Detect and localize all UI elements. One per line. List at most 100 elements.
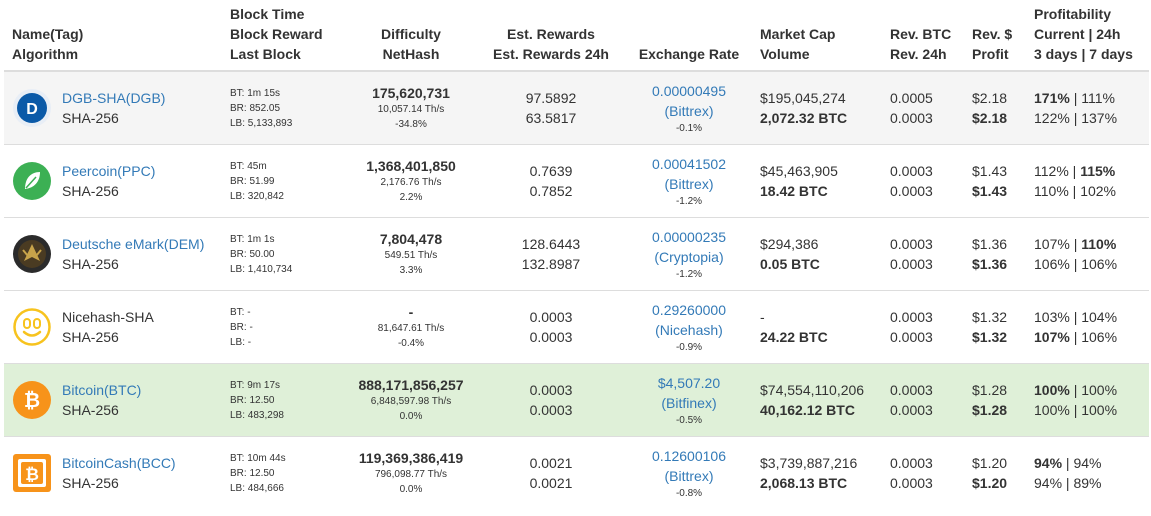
difficulty-cell: 888,171,856,257 6,848,597.98 Th/s 0.0%	[344, 363, 476, 437]
name-cell: ₿ Bitcoin(BTC) SHA-256	[4, 363, 222, 437]
header-rev-btc[interactable]: Rev. BTC Rev. 24h	[882, 0, 964, 72]
header-rewards[interactable]: Est. Rewards Est. Rewards 24h	[476, 0, 624, 72]
header-market-cap[interactable]: Market Cap Volume	[752, 0, 882, 72]
rate-link[interactable]: $4,507.20	[632, 373, 746, 393]
rev-btc-cell: 0.0003 0.0003	[882, 436, 964, 509]
profitability-cell: 100% | 100% 100% | 100%	[1026, 363, 1149, 437]
table-row: Deutsche eMark(DEM) SHA-256 BT: 1m 1s BR…	[4, 217, 1149, 291]
nicehash-icon	[13, 308, 51, 346]
name-cell: Deutsche eMark(DEM) SHA-256	[4, 217, 222, 291]
difficulty-cell: - 81,647.61 Th/s -0.4%	[344, 290, 476, 364]
rate-link[interactable]: 0.00000495	[632, 81, 746, 101]
header-profitability[interactable]: Profitability Current | 24h 3 days | 7 d…	[1026, 0, 1149, 72]
header-name[interactable]: Name(Tag) Algorithm	[4, 0, 222, 72]
name-cell: ₿ BitcoinCash(BCC) SHA-256	[4, 436, 222, 509]
exchange-link[interactable]: (Bittrex)	[632, 101, 746, 121]
name-cell: Nicehash-SHA SHA-256	[4, 290, 222, 364]
rev-usd-cell: $1.43 $1.43	[964, 144, 1026, 218]
block-cell: BT: 45m BR: 51.99 LB: 320,842	[222, 144, 344, 218]
digibyte-icon: D	[13, 89, 51, 127]
svg-text:₿: ₿	[25, 465, 39, 484]
rev-btc-cell: 0.0003 0.0003	[882, 217, 964, 291]
rev-btc-cell: 0.0005 0.0003	[882, 70, 964, 145]
algorithm: SHA-256	[62, 110, 119, 126]
block-cell: BT: 10m 44s BR: 12.50 LB: 484,666	[222, 436, 344, 509]
name-cell: Peercoin(PPC) SHA-256	[4, 144, 222, 218]
difficulty-cell: 119,369,386,419 796,098.77 Th/s 0.0%	[344, 436, 476, 509]
market-cell: - 24.22 BTC	[752, 290, 882, 364]
header-block[interactable]: Block Time Block Reward Last Block	[222, 0, 344, 72]
rewards-cell: 0.0003 0.0003	[476, 363, 624, 437]
header-difficulty[interactable]: Difficulty NetHash	[344, 0, 476, 72]
rev-btc-cell: 0.0003 0.0003	[882, 290, 964, 364]
market-cell: $294,386 0.05 BTC	[752, 217, 882, 291]
rewards-cell: 128.6443 132.8987	[476, 217, 624, 291]
coin-name-link[interactable]: Peercoin(PPC)	[62, 161, 155, 181]
rev-usd-cell: $1.36 $1.36	[964, 217, 1026, 291]
rev-btc-cell: 0.0003 0.0003	[882, 144, 964, 218]
coin-name: Nicehash-SHA	[62, 309, 154, 325]
algorithm: SHA-256	[62, 329, 119, 345]
block-cell: BT: - BR: - LB: -	[222, 290, 344, 364]
svg-text:D: D	[26, 101, 38, 118]
bitcoincash-icon: ₿	[13, 454, 51, 492]
coin-name-link[interactable]: DGB-SHA(DGB)	[62, 88, 165, 108]
exchange-link[interactable]: (Cryptopia)	[632, 247, 746, 267]
exchange-link[interactable]: (Bittrex)	[632, 466, 746, 486]
market-cell: $74,554,110,206 40,162.12 BTC	[752, 363, 882, 437]
rewards-cell: 0.0003 0.0003	[476, 290, 624, 364]
table-row: ₿ BitcoinCash(BCC) SHA-256 BT: 10m 44s B…	[4, 436, 1149, 509]
algorithm: SHA-256	[62, 183, 119, 199]
exchange-cell: 0.12600106 (Bittrex) -0.8%	[624, 436, 752, 509]
rev-usd-cell: $1.32 $1.32	[964, 290, 1026, 364]
profitability-cell: 103% | 104% 107% | 106%	[1026, 290, 1149, 364]
rev-btc-cell: 0.0003 0.0003	[882, 363, 964, 437]
coin-name-link[interactable]: BitcoinCash(BCC)	[62, 453, 176, 473]
table-row: ₿ Bitcoin(BTC) SHA-256 BT: 9m 17s BR: 12…	[4, 363, 1149, 437]
market-cell: $195,045,274 2,072.32 BTC	[752, 70, 882, 145]
table-row: Peercoin(PPC) SHA-256 BT: 45m BR: 51.99 …	[4, 144, 1149, 218]
exchange-cell: 0.00000235 (Cryptopia) -1.2%	[624, 217, 752, 291]
bitcoin-icon: ₿	[13, 381, 51, 419]
profitability-cell: 94% | 94% 94% | 89%	[1026, 436, 1149, 509]
deutsche-emark-icon	[13, 235, 51, 273]
profitability-cell: 171% | 111% 122% | 137%	[1026, 70, 1149, 145]
market-cell: $3,739,887,216 2,068.13 BTC	[752, 436, 882, 509]
profitability-cell: 112% | 115% 110% | 102%	[1026, 144, 1149, 218]
exchange-link[interactable]: (Nicehash)	[632, 320, 746, 340]
exchange-link[interactable]: (Bitfinex)	[632, 393, 746, 413]
difficulty-cell: 1,368,401,850 2,176.76 Th/s 2.2%	[344, 144, 476, 218]
rate-link[interactable]: 0.29260000	[632, 300, 746, 320]
rate-link[interactable]: 0.12600106	[632, 446, 746, 466]
table-row: D DGB-SHA(DGB) SHA-256 BT: 1m 15s BR: 85…	[4, 70, 1149, 145]
block-cell: BT: 9m 17s BR: 12.50 LB: 483,298	[222, 363, 344, 437]
coin-name-link[interactable]: Bitcoin(BTC)	[62, 380, 141, 400]
rate-link[interactable]: 0.00000235	[632, 227, 746, 247]
header-exchange-rate[interactable]: Exchange Rate	[624, 0, 752, 72]
name-cell: D DGB-SHA(DGB) SHA-256	[4, 70, 222, 145]
rev-usd-cell: $1.20 $1.20	[964, 436, 1026, 509]
market-cell: $45,463,905 18.42 BTC	[752, 144, 882, 218]
peercoin-icon	[13, 162, 51, 200]
header-rev-usd[interactable]: Rev. $ Profit	[964, 0, 1026, 72]
table-row: Nicehash-SHA SHA-256 BT: - BR: - LB: - -…	[4, 290, 1149, 364]
algorithm: SHA-256	[62, 402, 119, 418]
rev-usd-cell: $2.18 $2.18	[964, 70, 1026, 145]
difficulty-cell: 7,804,478 549.51 Th/s 3.3%	[344, 217, 476, 291]
exchange-cell: 0.00000495 (Bittrex) -0.1%	[624, 70, 752, 145]
rate-link[interactable]: 0.00041502	[632, 154, 746, 174]
difficulty-cell: 175,620,731 10,057.14 Th/s -34.8%	[344, 70, 476, 145]
block-cell: BT: 1m 1s BR: 50.00 LB: 1,410,734	[222, 217, 344, 291]
exchange-cell: 0.29260000 (Nicehash) -0.9%	[624, 290, 752, 364]
block-cell: BT: 1m 15s BR: 852.05 LB: 5,133,893	[222, 70, 344, 145]
svg-text:₿: ₿	[24, 390, 40, 412]
exchange-cell: $4,507.20 (Bitfinex) -0.5%	[624, 363, 752, 437]
exchange-link[interactable]: (Bittrex)	[632, 174, 746, 194]
rewards-cell: 0.0021 0.0021	[476, 436, 624, 509]
coin-name-link[interactable]: Deutsche eMark(DEM)	[62, 234, 204, 254]
profitability-cell: 107% | 110% 106% | 106%	[1026, 217, 1149, 291]
rewards-cell: 97.5892 63.5817	[476, 70, 624, 145]
algorithm: SHA-256	[62, 256, 119, 272]
rewards-cell: 0.7639 0.7852	[476, 144, 624, 218]
rev-usd-cell: $1.28 $1.28	[964, 363, 1026, 437]
